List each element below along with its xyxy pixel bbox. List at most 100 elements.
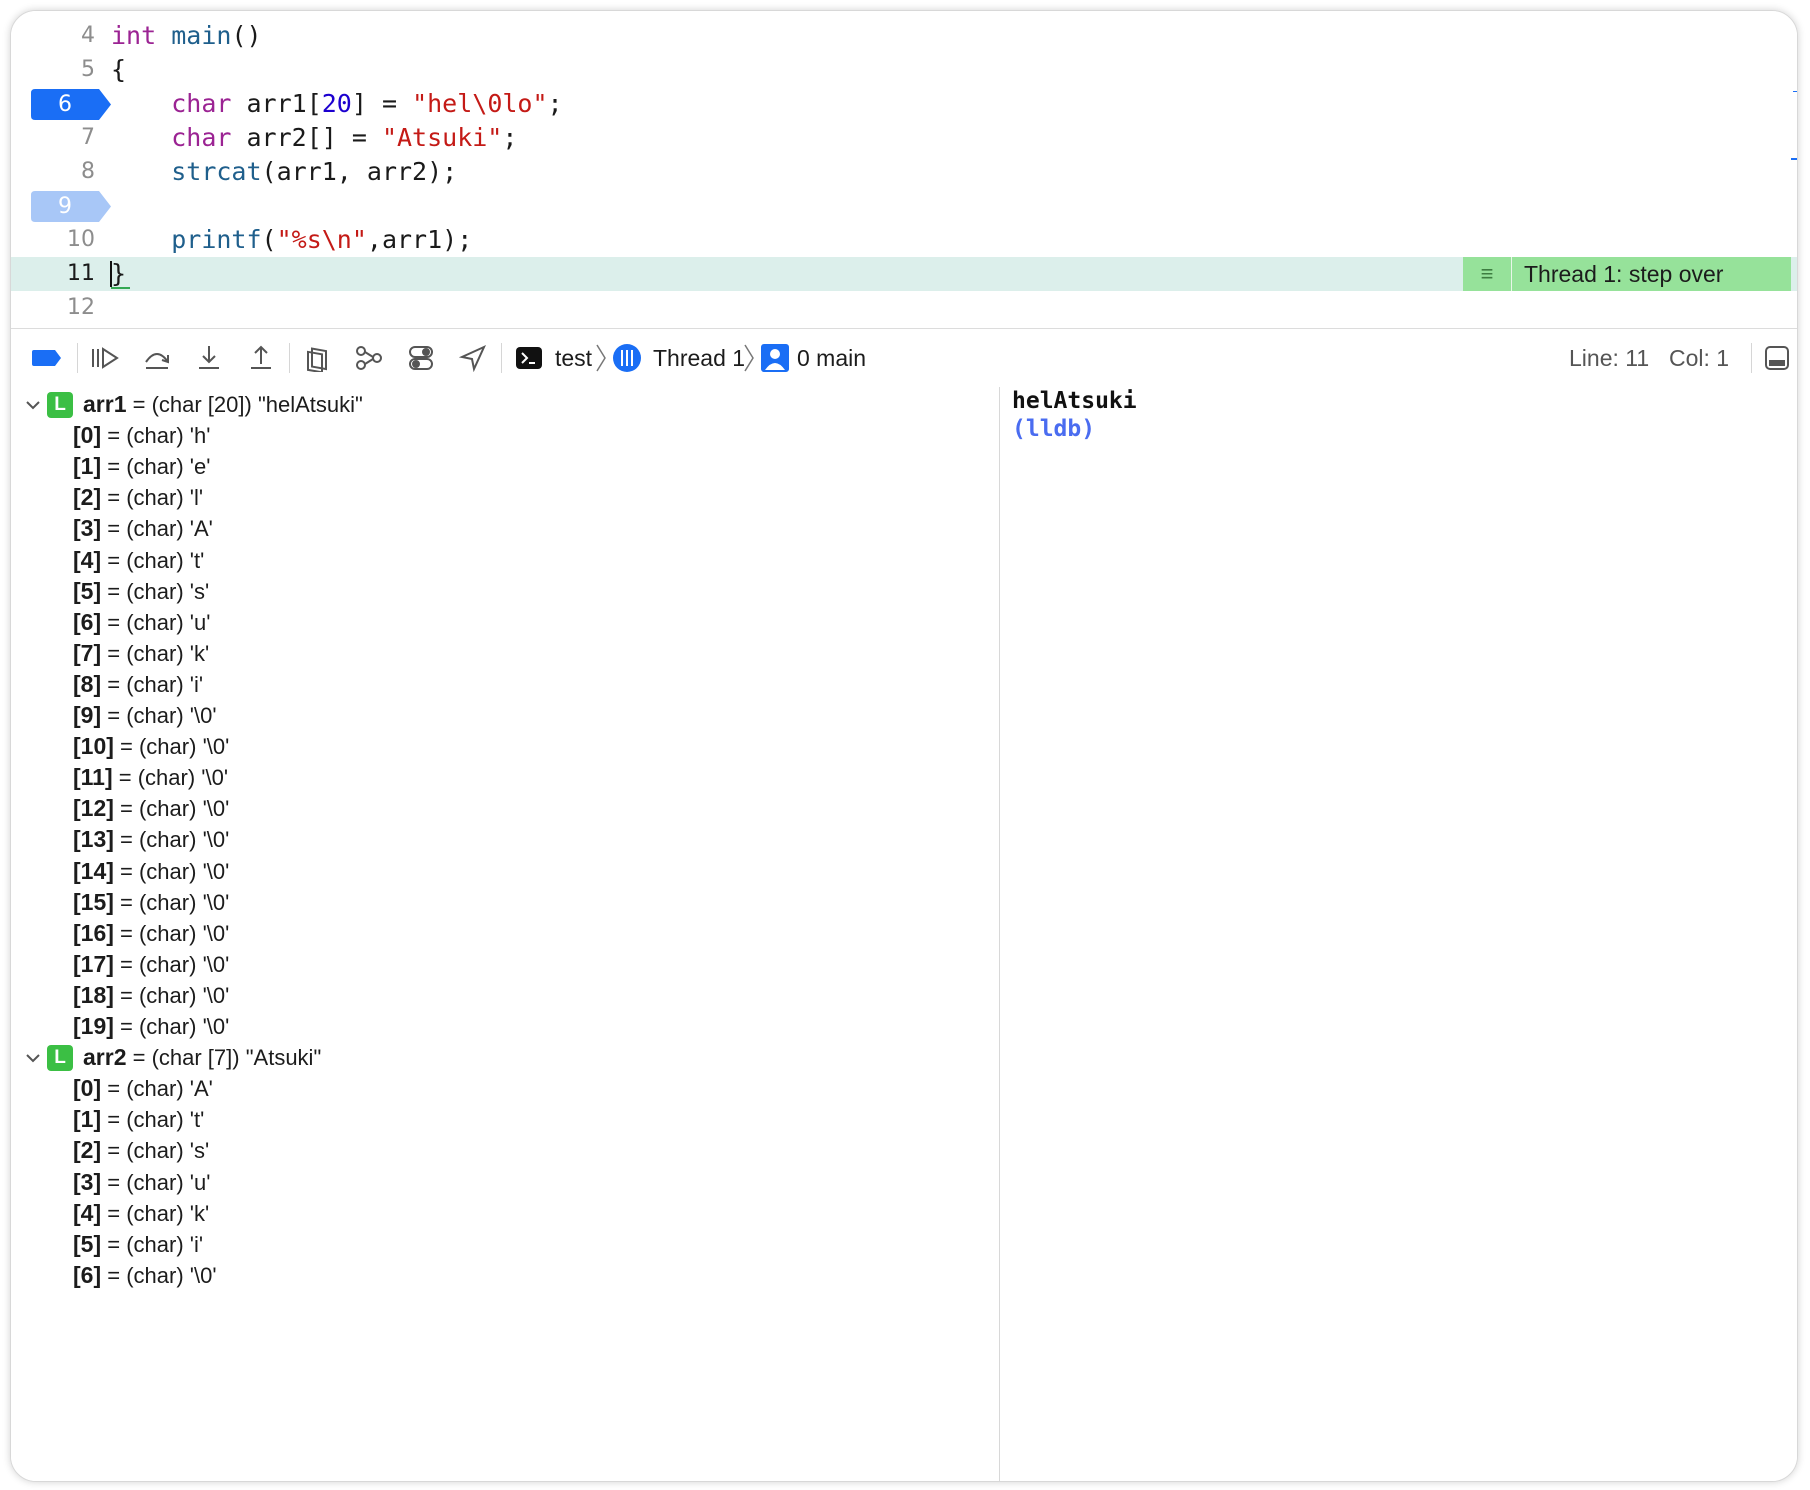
equals-sign: = — [101, 1262, 127, 1288]
element-index: [3] — [73, 1168, 102, 1195]
code-line[interactable]: 10 printf("%s\n",arr1); — [11, 223, 1797, 257]
element-value: 'A' — [189, 1076, 213, 1102]
variable-row[interactable]: Larr1 = (char [20]) "helAtsuki" — [11, 387, 991, 421]
element-type: (char) — [126, 516, 184, 542]
element-index: [5] — [73, 1230, 102, 1257]
element-value: 'u' — [189, 609, 211, 635]
equals-sign: = — [113, 796, 139, 822]
code-line[interactable]: 9 — [11, 189, 1797, 223]
code-token: "%s\n" — [276, 225, 367, 254]
array-element-row[interactable]: [3] = (char) 'u' — [73, 1165, 210, 1199]
code-line[interactable]: 5{ — [11, 53, 1797, 87]
equals-sign: = — [101, 1169, 127, 1195]
array-element-row[interactable]: [2] = (char) 's' — [73, 1133, 209, 1167]
array-element-row[interactable]: [5] = (char) 'i' — [73, 1227, 203, 1261]
array-element-row[interactable]: [0] = (char) 'h' — [73, 418, 210, 452]
code-line[interactable]: 11} ≡ Thread 1: step over — [11, 257, 1797, 291]
code-token: 20 — [321, 89, 352, 118]
array-element-row[interactable]: [0] = (char) 'A' — [73, 1071, 213, 1105]
equals-sign: = — [112, 765, 138, 791]
breadcrumb-process[interactable]: test — [555, 329, 592, 387]
element-type: (char) — [126, 1231, 184, 1257]
equals-sign: = — [113, 858, 139, 884]
array-element-row[interactable]: [4] = (char) 't' — [73, 543, 204, 577]
simulate-location-icon[interactable] — [457, 342, 489, 374]
code-token: main — [171, 21, 232, 50]
array-element-row[interactable]: [11] = (char) '\0' — [73, 760, 228, 794]
code-line[interactable]: 7 char arr2[] = "Atsuki"; — [11, 121, 1797, 155]
array-element-row[interactable]: [3] = (char) 'A' — [73, 511, 213, 545]
array-element-row[interactable]: [10] = (char) '\0' — [73, 729, 229, 763]
breakpoints-toggle-icon[interactable] — [31, 342, 63, 374]
array-element-row[interactable]: [15] = (char) '\0' — [73, 885, 229, 919]
chevron-down-icon[interactable] — [23, 395, 43, 415]
continue-icon[interactable] — [89, 342, 121, 374]
chevron-down-icon[interactable] — [23, 1048, 43, 1068]
element-index: [17] — [73, 950, 114, 977]
element-index: [8] — [73, 670, 102, 697]
console-prompt[interactable]: (lldb) — [1012, 415, 1095, 443]
code-line[interactable]: 12 — [11, 291, 1797, 325]
equals-sign: = — [101, 1138, 127, 1164]
variable-row[interactable]: Larr2 = (char [7]) "Atsuki" — [11, 1040, 991, 1074]
variables-view[interactable]: Larr1 = (char [20]) "helAtsuki" [0] = (ch… — [11, 387, 1000, 1481]
breadcrumb-thread[interactable]: Thread 1 — [653, 329, 745, 387]
thread-step-badge[interactable]: ≡ Thread 1: step over — [1463, 257, 1791, 291]
variable-value: "helAtsuki" — [257, 392, 363, 417]
array-element-row[interactable]: [9] = (char) '\0' — [73, 698, 217, 732]
element-type: (char) — [138, 734, 197, 760]
array-element-row[interactable]: [19] = (char) '\0' — [73, 1009, 229, 1043]
array-element-row[interactable]: [2] = (char) 'l' — [73, 480, 203, 514]
array-element-row[interactable]: [8] = (char) 'i' — [73, 667, 203, 701]
element-index: [1] — [73, 1106, 102, 1133]
memory-graph-icon[interactable] — [353, 342, 385, 374]
array-element-row[interactable]: [17] = (char) '\0' — [73, 947, 229, 981]
array-element-row[interactable]: [18] = (char) '\0' — [73, 978, 229, 1012]
array-element-row[interactable]: [14] = (char) '\0' — [73, 854, 229, 888]
toggle-console-icon[interactable] — [1761, 342, 1793, 374]
array-element-row[interactable]: [1] = (char) 't' — [73, 1102, 204, 1136]
array-element-row[interactable]: [5] = (char) 's' — [73, 574, 209, 608]
element-value: 's' — [189, 1138, 210, 1164]
array-element-row[interactable]: [13] = (char) '\0' — [73, 822, 229, 856]
element-index: [18] — [73, 981, 114, 1008]
breadcrumb-frame[interactable]: 0 main — [797, 329, 866, 387]
environment-overrides-icon[interactable] — [405, 342, 437, 374]
thread-icon — [611, 342, 643, 374]
element-index: [11] — [73, 764, 113, 791]
breakpoint-marker[interactable]: 9 — [31, 191, 111, 222]
array-element-row[interactable]: [6] = (char) '\0' — [73, 1258, 217, 1292]
element-type: (char) — [126, 1076, 184, 1102]
view-hierarchy-icon[interactable] — [301, 342, 333, 374]
code-line[interactable]: 8 strcat(arr1, arr2); — [11, 155, 1797, 189]
array-element-row[interactable]: [1] = (char) 'e' — [73, 449, 210, 483]
element-index: [0] — [73, 422, 102, 449]
code-line[interactable]: 6 char arr1[20] = "hel\0lo"; — [11, 87, 1797, 121]
array-element-row[interactable]: [12] = (char) '\0' — [73, 791, 229, 825]
code-token: "hel\0lo" — [412, 89, 548, 118]
array-element-row[interactable]: [6] = (char) 'u' — [73, 605, 210, 639]
equals-sign: = — [113, 1014, 139, 1039]
breakpoint-marker[interactable]: 6 — [31, 89, 111, 120]
equals-sign: = — [101, 547, 127, 573]
element-index: [4] — [73, 546, 102, 573]
array-element-row[interactable]: [4] = (char) 'k' — [73, 1196, 209, 1230]
step-over-icon[interactable] — [141, 342, 173, 374]
code-text: char arr1[20] = "hel\0lo"; — [111, 87, 562, 121]
element-index: [19] — [73, 1013, 114, 1039]
line-indicator: Line: 11 — [1569, 345, 1650, 371]
array-element-row[interactable]: [7] = (char) 'k' — [73, 636, 209, 670]
step-out-icon[interactable] — [245, 342, 277, 374]
element-index: [16] — [73, 919, 114, 946]
source-editor[interactable]: 4 int main() 5{6 char arr1[20] = "hel\0lo"… — [11, 11, 1797, 328]
code-line[interactable]: 4 int main() — [11, 19, 1797, 53]
element-type: (char) — [126, 454, 184, 480]
debug-console[interactable]: helAtsuki (lldb) — [1000, 387, 1797, 1481]
element-type: (char) — [138, 920, 197, 946]
variable-text: arr1 = (char [20]) "helAtsuki" — [83, 387, 363, 422]
array-element-row[interactable]: [16] = (char) '\0' — [73, 916, 229, 950]
step-into-icon[interactable] — [193, 342, 225, 374]
code-text: char arr2[] = "Atsuki"; — [111, 121, 517, 155]
